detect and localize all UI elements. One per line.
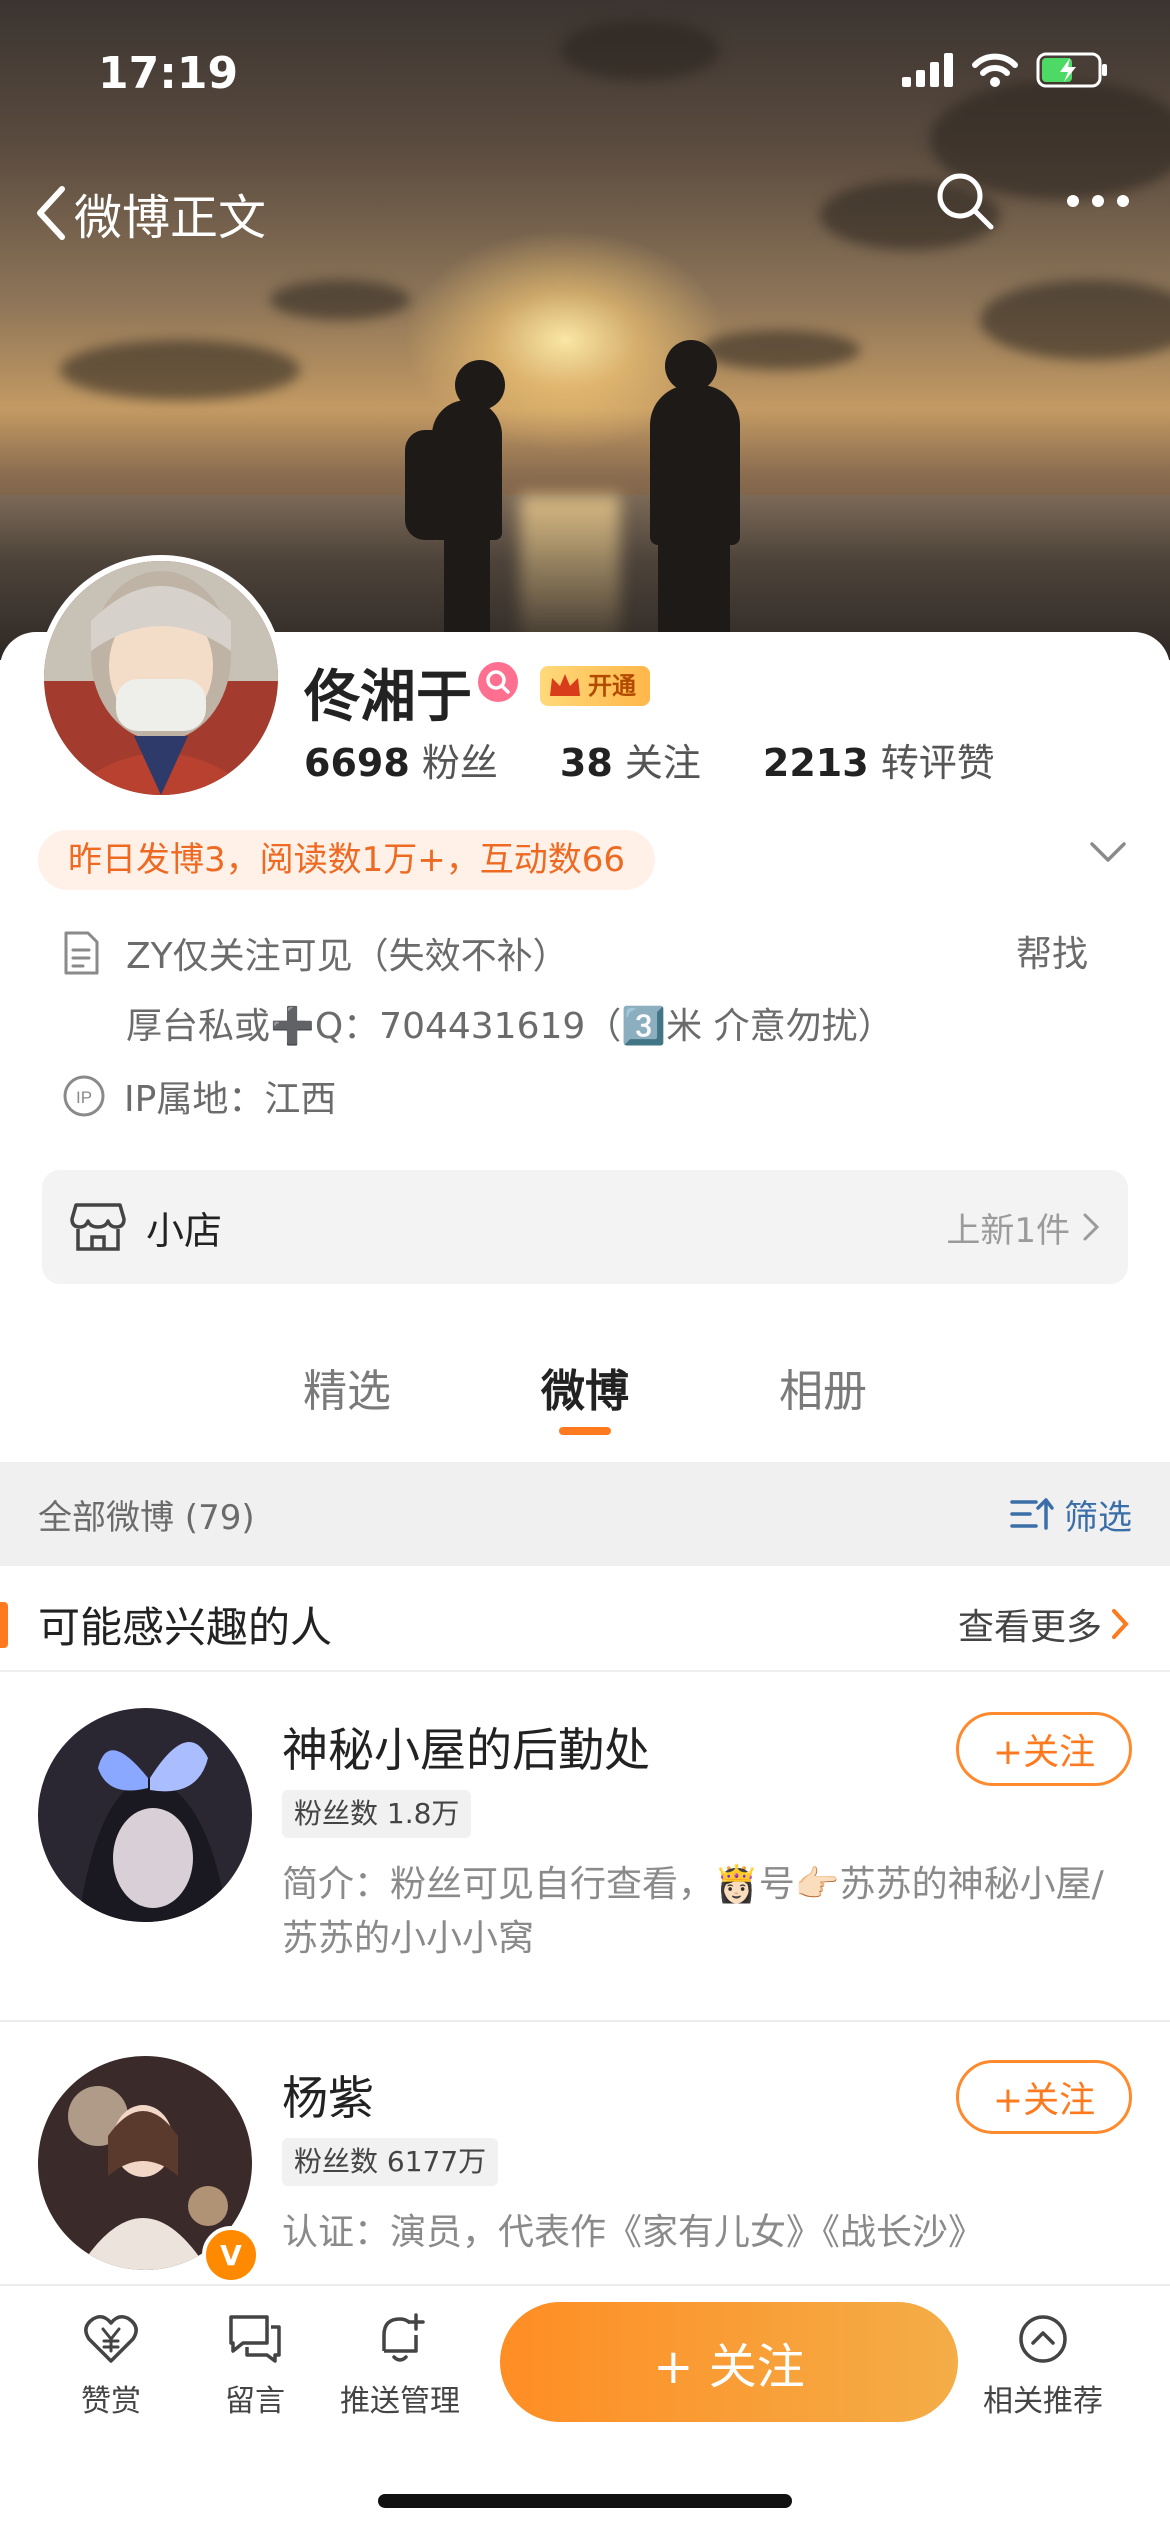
related-recommend-label: 相关推荐 (983, 2384, 1103, 2419)
wifi-icon (972, 53, 1018, 87)
profile-tabs: 精选 微博 相册 (0, 1355, 1170, 1445)
stat-engagement[interactable]: 2213 转评赞 (763, 732, 995, 787)
back-button[interactable]: 微博正文 (34, 178, 266, 248)
shop-entry[interactable]: 小店 上新1件 (42, 1170, 1128, 1284)
filter-icon (1010, 1498, 1054, 1530)
bottom-action-bar: 赞赏 留言 推送管理 + 关注 相关推荐 (0, 2284, 1170, 2534)
vip-label: 开通 (588, 672, 636, 700)
suggested-user-fans: 粉丝数 6177万 (282, 2138, 499, 2186)
stat-fans-num: 6698 (304, 741, 410, 785)
home-indicator[interactable] (378, 2494, 792, 2508)
chevron-up-circle-icon (1019, 2315, 1067, 2363)
yen-heart-icon (84, 2315, 138, 2363)
avatar-image (44, 561, 278, 795)
push-settings-label: 推送管理 (340, 2384, 460, 2419)
document-icon (64, 931, 99, 975)
nav-actions (934, 170, 1130, 232)
stat-fans[interactable]: 6698 粉丝 (304, 732, 498, 787)
stat-engagement-label: 转评赞 (880, 741, 995, 785)
reward-button[interactable]: 赞赏 (36, 2308, 186, 2420)
stat-engagement-num: 2213 (762, 741, 869, 785)
filter-label: 筛选 (1064, 1497, 1132, 1538)
chevron-left-icon (37, 186, 65, 240)
chevron-right-icon (1083, 1213, 1100, 1241)
suggest-title: 可能感兴趣的人 (38, 1602, 333, 1652)
bell-plus-icon (382, 2313, 425, 2362)
more-icon[interactable] (1066, 194, 1130, 208)
suggested-user-fans: 粉丝数 1.8万 (282, 1790, 472, 1838)
chevron-right-icon (1112, 1609, 1129, 1639)
ip-text: IP属地：江西 (124, 1079, 337, 1120)
activity-summary[interactable]: 昨日发博3，阅读数1万+，互动数66 (38, 830, 656, 890)
vip-open-tag[interactable]: 开通 (540, 666, 650, 706)
battery-icon (1036, 52, 1107, 88)
stat-following-label: 关注 (624, 741, 701, 785)
search-icon[interactable] (934, 170, 996, 232)
stat-following-num: 38 (559, 741, 613, 785)
back-label: 微博正文 (74, 190, 267, 246)
super-topic-badge[interactable] (478, 662, 518, 702)
bio: ZY仅关注可见（失效不补） 厚台私或➕Q：704431619（3️⃣米 介意勿扰… (126, 922, 894, 1062)
profile-name: 佟湘于 (304, 665, 472, 730)
filter-button[interactable]: 筛选 (1010, 1490, 1132, 1539)
bio-help-link[interactable]: 帮找 (1016, 925, 1088, 977)
shop-status: 上新1件 (946, 1210, 1070, 1251)
verified-badge: V (202, 2226, 260, 2284)
follow-button[interactable]: +关注 (956, 1712, 1132, 1786)
bio-line-2: 厚台私或➕Q：704431619（3️⃣米 介意勿扰） (126, 1006, 894, 1047)
tab-featured[interactable]: 精选 (303, 1355, 391, 1445)
chevron-down-icon (1090, 842, 1126, 862)
suggest-header: 可能感兴趣的人 查看更多 (0, 1578, 1170, 1672)
see-more-link[interactable]: 查看更多 (958, 1598, 1130, 1650)
suggested-user-row[interactable]: 神秘小屋的后勤处 粉丝数 1.8万 简介：粉丝可见自行查看，👸🏻号👉🏻苏苏的神秘… (0, 1674, 1170, 2022)
search-badge-icon (486, 670, 510, 694)
ip-icon: IP (63, 1075, 105, 1117)
see-more-label: 查看更多 (957, 1607, 1102, 1648)
message-label: 留言 (225, 2384, 285, 2419)
ip-location: IP IP属地：江西 (62, 1070, 336, 1122)
status-time: 17:19 (98, 48, 239, 99)
bio-icon (62, 930, 100, 980)
suggested-user-name[interactable]: 杨紫 (282, 2062, 374, 2128)
main-follow-button[interactable]: + 关注 (500, 2302, 958, 2422)
tab-album[interactable]: 相册 (779, 1355, 867, 1445)
suggested-user-desc: 简介：粉丝可见自行查看，👸🏻号👉🏻苏苏的神秘小屋/苏苏的小小小窝 (282, 1864, 1104, 1959)
status-icons (902, 52, 1110, 88)
message-button[interactable]: 留言 (180, 2308, 330, 2420)
stat-following[interactable]: 38 关注 (560, 732, 701, 787)
suggested-user-avatar[interactable] (38, 1708, 252, 1922)
stat-fans-label: 粉丝 (421, 741, 498, 785)
feed-filter-bar: 全部微博 (79) 筛选 (0, 1462, 1170, 1566)
svg-text:IP: IP (76, 1088, 92, 1107)
follow-button[interactable]: +关注 (956, 2060, 1132, 2134)
push-settings-button[interactable]: 推送管理 (325, 2308, 475, 2420)
avatar-image (38, 1708, 252, 1922)
related-recommend-button[interactable]: 相关推荐 (968, 2308, 1118, 2420)
shop-label: 小店 (146, 1208, 223, 1253)
signal-icon (902, 53, 953, 87)
store-icon (70, 1203, 126, 1251)
bio-line-1: ZY仅关注可见（失效不补） (126, 936, 569, 977)
all-posts-count[interactable]: 全部微博 (79) (38, 1490, 255, 1539)
expand-chevron[interactable] (1088, 840, 1128, 868)
profile-stats: 6698 粉丝 38 关注 2213 转评赞 (304, 732, 995, 787)
suggested-user-name[interactable]: 神秘小屋的后勤处 (282, 1714, 650, 1780)
message-icon (229, 2315, 281, 2363)
reward-label: 赞赏 (81, 2384, 141, 2419)
tab-weibo[interactable]: 微博 (541, 1355, 629, 1445)
profile-avatar[interactable] (38, 555, 284, 801)
suggested-user-desc: 认证：演员，代表作《家有儿女》《战长沙》 (282, 2212, 985, 2253)
crown-icon (550, 674, 580, 696)
